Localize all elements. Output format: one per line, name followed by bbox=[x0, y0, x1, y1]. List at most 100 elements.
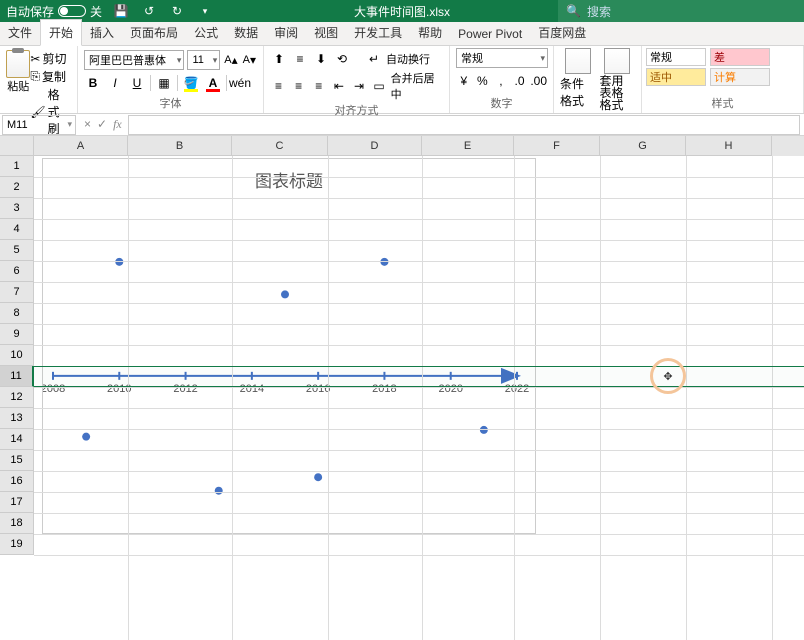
col-header-D[interactable]: D bbox=[328, 136, 422, 156]
currency-icon[interactable]: ¥ bbox=[456, 72, 472, 90]
row-header-1[interactable]: 1 bbox=[0, 156, 34, 177]
underline-button[interactable]: U bbox=[128, 74, 146, 92]
row-header-6[interactable]: 6 bbox=[0, 261, 34, 282]
conditional-format-button[interactable]: 条件格式 bbox=[560, 48, 596, 111]
spreadsheet-grid[interactable]: ABCDEFGH 12345678910111213141516171819 图… bbox=[0, 136, 804, 640]
row-header-9[interactable]: 9 bbox=[0, 324, 34, 345]
comma-icon[interactable]: , bbox=[493, 72, 509, 90]
tab-home[interactable]: 开始 bbox=[40, 19, 82, 46]
col-header-G[interactable]: G bbox=[600, 136, 686, 156]
qat-more-icon[interactable]: ▾ bbox=[196, 2, 214, 20]
phonetic-button[interactable]: wén bbox=[231, 74, 249, 92]
col-header-C[interactable]: C bbox=[232, 136, 328, 156]
tab-help[interactable]: 帮助 bbox=[410, 20, 450, 45]
style-normal[interactable]: 常规 bbox=[646, 48, 706, 66]
row-header-19[interactable]: 19 bbox=[0, 534, 34, 555]
separator bbox=[150, 75, 151, 91]
separator bbox=[177, 75, 178, 91]
tab-baidu[interactable]: 百度网盘 bbox=[530, 20, 594, 45]
number-format-combo[interactable]: 常规 bbox=[456, 48, 548, 68]
search-bar[interactable]: 🔍 搜索 bbox=[558, 0, 804, 22]
tab-formulas[interactable]: 公式 bbox=[186, 20, 226, 45]
align-bottom-icon[interactable]: ⬇ bbox=[312, 50, 330, 68]
row-header-17[interactable]: 17 bbox=[0, 492, 34, 513]
tab-view[interactable]: 视图 bbox=[306, 20, 346, 45]
align-top-icon[interactable]: ⬆ bbox=[270, 50, 288, 68]
embedded-chart[interactable]: 图表标题 20082010201220142016201820202022 bbox=[42, 158, 536, 534]
tab-file[interactable]: 文件 bbox=[0, 20, 40, 45]
font-size-combo[interactable]: 11 bbox=[187, 50, 220, 70]
row-header-4[interactable]: 4 bbox=[0, 219, 34, 240]
tab-dev[interactable]: 开发工具 bbox=[346, 20, 410, 45]
copy-button[interactable]: ⎘复制 bbox=[30, 68, 71, 85]
orientation-icon[interactable]: ⟲ bbox=[333, 50, 351, 68]
row-header-14[interactable]: 14 bbox=[0, 429, 34, 450]
formula-input[interactable] bbox=[128, 115, 800, 135]
italic-button[interactable]: I bbox=[106, 74, 124, 92]
cells-area[interactable]: 图表标题 20082010201220142016201820202022 bbox=[34, 156, 804, 640]
style-neutral[interactable]: 适中 bbox=[646, 68, 706, 86]
row-header-7[interactable]: 7 bbox=[0, 282, 34, 303]
font-color-button[interactable]: A bbox=[204, 74, 222, 92]
increase-decimal-icon[interactable]: .0 bbox=[512, 72, 528, 90]
row-header-8[interactable]: 8 bbox=[0, 303, 34, 324]
merge-center-button[interactable]: 合并后居中 bbox=[391, 70, 443, 102]
name-box[interactable]: M11 bbox=[2, 115, 76, 135]
col-header-F[interactable]: F bbox=[514, 136, 600, 156]
align-left-icon[interactable]: ≡ bbox=[270, 77, 287, 95]
row-header-13[interactable]: 13 bbox=[0, 408, 34, 429]
autosave-toggle[interactable]: 自动保存 关 bbox=[6, 3, 102, 20]
border-button[interactable]: ▦ bbox=[155, 74, 173, 92]
tab-pivot[interactable]: Power Pivot bbox=[450, 23, 530, 45]
wrap-text-button[interactable]: 自动换行 bbox=[386, 51, 430, 67]
scissors-icon: ✂ bbox=[30, 52, 40, 66]
paste-icon bbox=[6, 50, 30, 78]
column-headers: ABCDEFGH bbox=[34, 136, 804, 156]
style-bad[interactable]: 差 bbox=[710, 48, 770, 66]
col-header-E[interactable]: E bbox=[422, 136, 514, 156]
row-header-18[interactable]: 18 bbox=[0, 513, 34, 534]
redo-icon[interactable]: ↻ bbox=[168, 2, 186, 20]
align-middle-icon[interactable]: ≡ bbox=[291, 50, 309, 68]
row-header-10[interactable]: 10 bbox=[0, 345, 34, 366]
row-header-2[interactable]: 2 bbox=[0, 177, 34, 198]
paste-label: 粘贴 bbox=[7, 78, 29, 94]
conditional-format-icon bbox=[565, 48, 591, 74]
decrease-font-icon[interactable]: A▾ bbox=[242, 51, 257, 69]
col-header-H[interactable]: H bbox=[686, 136, 772, 156]
increase-indent-icon[interactable]: ⇥ bbox=[350, 77, 367, 95]
row-header-15[interactable]: 15 bbox=[0, 450, 34, 471]
tab-data[interactable]: 数据 bbox=[226, 20, 266, 45]
ribbon: 粘贴 ✂剪切 ⎘复制 🖌格式刷 剪贴板 阿里巴巴普惠体 11 A▴ A▾ B I… bbox=[0, 46, 804, 114]
increase-font-icon[interactable]: A▴ bbox=[223, 51, 238, 69]
fill-color-button[interactable]: 🪣 bbox=[182, 74, 200, 92]
cancel-icon[interactable]: × bbox=[84, 117, 91, 132]
decrease-decimal-icon[interactable]: .00 bbox=[530, 72, 547, 90]
tab-review[interactable]: 审阅 bbox=[266, 20, 306, 45]
undo-icon[interactable]: ↺ bbox=[140, 2, 158, 20]
tab-layout[interactable]: 页面布局 bbox=[122, 20, 186, 45]
align-center-icon[interactable]: ≡ bbox=[290, 77, 307, 95]
row-header-5[interactable]: 5 bbox=[0, 240, 34, 261]
font-name-combo[interactable]: 阿里巴巴普惠体 bbox=[84, 50, 184, 70]
format-as-table-button[interactable]: 套用 表格格式 bbox=[600, 48, 636, 111]
fx-icon[interactable]: fx bbox=[113, 117, 122, 132]
decrease-indent-icon[interactable]: ⇤ bbox=[330, 77, 347, 95]
row-header-11[interactable]: 11 bbox=[0, 366, 34, 387]
col-header-B[interactable]: B bbox=[128, 136, 232, 156]
align-right-icon[interactable]: ≡ bbox=[310, 77, 327, 95]
col-header-A[interactable]: A bbox=[34, 136, 128, 156]
select-all-corner[interactable] bbox=[0, 136, 34, 156]
group-alignment: ⬆ ≡ ⬇ ⟲ ↵ 自动换行 ≡ ≡ ≡ ⇤ ⇥ ▭ 合并后居中 对齐方式 bbox=[264, 46, 450, 113]
row-header-3[interactable]: 3 bbox=[0, 198, 34, 219]
percent-icon[interactable]: % bbox=[475, 72, 491, 90]
search-icon: 🔍 bbox=[566, 4, 581, 18]
row-header-16[interactable]: 16 bbox=[0, 471, 34, 492]
row-header-12[interactable]: 12 bbox=[0, 387, 34, 408]
bold-button[interactable]: B bbox=[84, 74, 102, 92]
cut-button[interactable]: ✂剪切 bbox=[30, 50, 71, 67]
confirm-icon[interactable]: ✓ bbox=[97, 117, 107, 132]
save-icon[interactable]: 💾 bbox=[112, 2, 130, 20]
tab-insert[interactable]: 插入 bbox=[82, 20, 122, 45]
style-calc[interactable]: 计算 bbox=[710, 68, 770, 86]
